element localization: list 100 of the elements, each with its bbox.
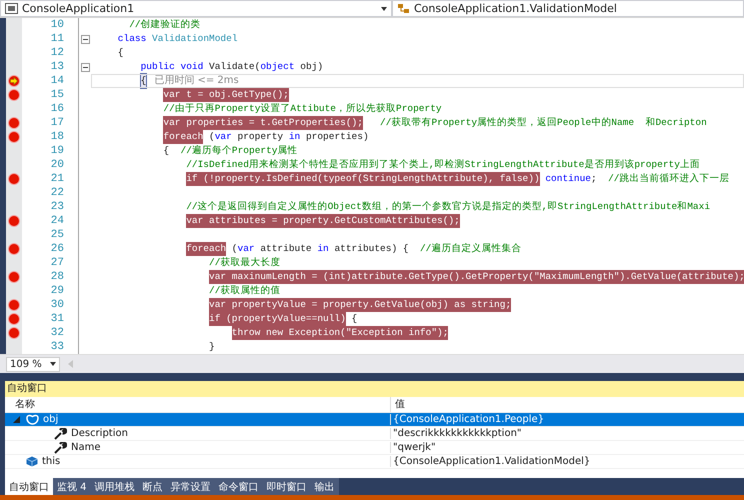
code-comment: //获取带有Property属性的类型，返回People中的Name 和Decripton	[379, 116, 707, 130]
line-number: 32	[50, 327, 64, 339]
column-header[interactable]: 值	[390, 397, 744, 412]
highlighted-statement: var properties = t.GetProperties();	[163, 116, 363, 130]
type-dropdown[interactable]: ConsoleApplication1.ValidationModel	[392, 0, 744, 17]
elapsed-time-tip: 已用时间 <= 2ms	[154, 74, 239, 88]
code-text: (	[208, 130, 215, 144]
keyword: continue	[544, 172, 591, 186]
highlighted-statement: var attributes = property.GetCustomAttributes();	[186, 214, 460, 228]
code-text: {	[163, 144, 170, 158]
keyword: in	[317, 242, 329, 256]
window-tab[interactable]: 调用堆栈	[90, 478, 139, 495]
variable-value: "qwerjk"	[393, 442, 436, 453]
highlighted-statement: foreach	[163, 130, 204, 144]
object-icon	[26, 414, 39, 425]
line-number: 10	[50, 19, 64, 31]
keyword: object	[260, 60, 295, 74]
window-tab[interactable]: 监视 4	[53, 478, 91, 495]
highlighted-statement: if (!property.IsDefined(typeof(StringLengthAttribute), false))	[186, 172, 540, 186]
window-tab[interactable]: 命令窗口	[214, 478, 263, 495]
class-icon	[397, 3, 410, 14]
code-comment: //由于只再Property设置了Attibute，所以先获取Property	[163, 102, 442, 116]
line-number: 17	[50, 117, 64, 129]
code-text: attributes) {	[333, 242, 409, 256]
keyword: var	[214, 130, 232, 144]
code-comment: //跳出当前循环进入下一层	[607, 172, 730, 186]
line-number: 18	[50, 131, 64, 143]
variable-value: {ConsoleApplication1.People}	[393, 414, 544, 425]
variable-name: obj	[43, 414, 58, 425]
highlighted-statement: throw new Exception("Exception info");	[232, 326, 448, 340]
window-tab[interactable]: 输出	[310, 478, 339, 495]
highlighted-statement: var propertyValue = property.GetValue(obj) as string;	[209, 298, 512, 312]
line-number: 22	[50, 187, 64, 199]
line-number: 20	[50, 159, 64, 171]
variable-row[interactable]: Description "descrikkkkkkkkkkkption"	[5, 427, 744, 441]
line-number: 13	[50, 61, 64, 73]
code-text: }	[209, 340, 215, 354]
variable-name: this	[42, 456, 60, 467]
window-tab[interactable]: 自动窗口	[5, 478, 53, 495]
code-comment: //获取属性的值	[209, 284, 280, 298]
line-number: 23	[50, 201, 64, 213]
keyword: in	[288, 130, 300, 144]
variable-value: "descrikkkkkkkkkkkption"	[393, 428, 522, 439]
line-number: 33	[50, 341, 64, 353]
line-number: 19	[50, 145, 64, 157]
code-text: {	[350, 312, 358, 326]
window-tab[interactable]: 即时窗口	[262, 478, 311, 495]
column-header[interactable]: 名称	[5, 397, 390, 412]
line-number: 14	[50, 75, 64, 87]
line-number: 29	[50, 285, 64, 297]
variable-row[interactable]: this {ConsoleApplication1.ValidationModel}	[5, 455, 744, 469]
variable-name: Description	[71, 428, 128, 439]
type-name: ValidationModel	[151, 32, 238, 46]
brace: {	[140, 74, 146, 88]
highlighted-statement: var t = obj.GetType();	[163, 88, 289, 102]
line-number: 21	[50, 173, 64, 185]
line-number: 24	[50, 215, 64, 227]
code-text: (	[230, 242, 238, 256]
line-number: 26	[50, 243, 64, 255]
code-comment: //这个是返回得到自定义属性的Object数组，的第一个参数官方说是指定的类型,即StringLengthAttribute和Maxi	[186, 200, 710, 214]
code-text: {	[118, 46, 124, 60]
collapse-icon[interactable]	[80, 34, 90, 44]
code-comment: //创建验证的类	[128, 18, 201, 32]
wrench-icon	[54, 428, 67, 440]
code-text: properties)	[304, 130, 369, 144]
expand-triangle-icon[interactable]	[13, 416, 20, 423]
collapse-icon[interactable]	[80, 62, 90, 72]
caret-icon	[381, 6, 387, 10]
window-tab[interactable]: 异常设置	[166, 478, 215, 495]
code-text: obj)	[299, 60, 324, 74]
caret-icon	[50, 362, 56, 366]
code-comment: //遍历每个Property属性	[179, 144, 298, 158]
code-comment: //IsDefined用来检测某个特性是否应用到了某个类上,即检测StringLengthAttribute是否用到该property上面	[186, 158, 700, 172]
variable-row[interactable]: obj {ConsoleApplication1.People}	[5, 413, 744, 427]
project-icon	[5, 3, 18, 14]
panel-title: 自动窗口	[5, 381, 744, 397]
keyword: public void	[140, 60, 204, 74]
project-dropdown[interactable]: ConsoleApplication1	[0, 0, 392, 17]
code-comment: //获取最大长度	[209, 256, 280, 270]
window-tab[interactable]: 断点	[138, 478, 167, 495]
line-number: 27	[50, 257, 64, 269]
line-number: 25	[50, 229, 64, 241]
variable-row[interactable]: Name "qwerjk"	[5, 441, 744, 455]
cube-icon	[26, 456, 38, 467]
variable-name: Name	[71, 442, 101, 453]
line-number: 16	[50, 103, 64, 115]
code-text: property	[236, 130, 284, 144]
keyword: class	[118, 32, 146, 46]
wrench-icon	[54, 442, 67, 454]
highlighted-statement: foreach	[186, 242, 226, 256]
variable-value: {ConsoleApplication1.ValidationModel}	[393, 456, 590, 467]
line-number: 15	[50, 89, 64, 101]
line-number: 31	[50, 313, 64, 325]
highlighted-statement: if (propertyValue==null)	[209, 312, 346, 326]
line-number: 12	[50, 47, 64, 59]
code-comment: //遍历自定义属性集合	[418, 242, 522, 256]
line-number: 11	[50, 33, 64, 45]
line-number: 30	[50, 299, 64, 311]
line-number: 28	[50, 271, 64, 283]
zoom-dropdown[interactable]: 109 %	[6, 356, 60, 372]
